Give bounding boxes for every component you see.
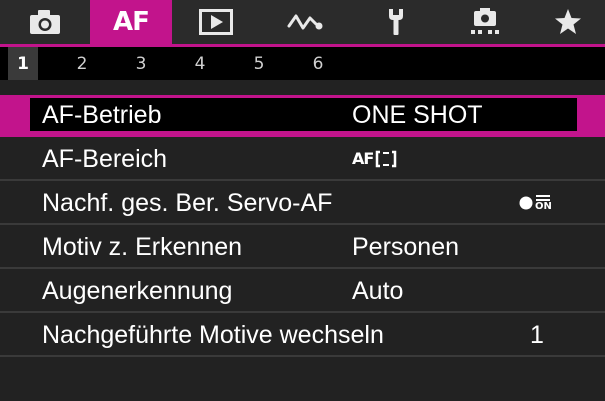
subpage-row: 1 2 3 4 5 6 <box>0 47 605 80</box>
tab-shooting[interactable] <box>17 0 73 44</box>
tab-af-label: AF <box>113 7 150 37</box>
menu-item-servo-af-tracking[interactable]: Nachf. ges. Ber. Servo-AF ON <box>0 183 605 225</box>
menu-item-label: Nachf. ges. Ber. Servo-AF <box>42 189 333 217</box>
star-icon <box>554 8 582 36</box>
tab-my-menu[interactable] <box>540 0 596 44</box>
tab-af[interactable]: AF <box>90 0 172 44</box>
subtab-5[interactable]: 5 <box>244 47 274 80</box>
menu-item-label: Augenerkennung <box>42 277 233 305</box>
wrench-icon <box>383 7 409 37</box>
custom-functions-icon <box>468 7 502 37</box>
tab-custom-functions[interactable] <box>455 0 515 44</box>
menu-item-value: Personen <box>352 233 460 261</box>
menu-item-subject-to-detect[interactable]: Motiv z. Erkennen Personen <box>0 227 605 269</box>
menu-item-value: ONE SHOT <box>352 101 483 129</box>
play-icon <box>199 9 233 35</box>
tracking-on-icon: ON <box>518 183 552 223</box>
subtab-4[interactable]: 4 <box>185 47 215 80</box>
menu-item-af-area[interactable]: AF-Bereich AF <box>0 139 605 181</box>
menu-item-label: Nachgeführte Motive wechseln <box>42 321 384 349</box>
wireless-icon <box>286 10 326 34</box>
subtab-2[interactable]: 2 <box>67 47 97 80</box>
menu-tab-bar: AF <box>0 0 605 44</box>
menu-item-value: Auto <box>352 277 404 305</box>
menu-item-label: AF-Bereich <box>42 145 168 173</box>
subtab-6[interactable]: 6 <box>303 47 333 80</box>
tab-wireless[interactable] <box>276 0 336 44</box>
menu-item-label: AF-Betrieb <box>42 101 162 129</box>
menu-item-label: Motiv z. Erkennen <box>42 233 243 261</box>
menu-item-eye-detection[interactable]: Augenerkennung Auto <box>0 271 605 313</box>
tab-setup[interactable] <box>368 0 424 44</box>
menu-list: AF-Betrieb ONE SHOT AF-Bereich AF Nachf.… <box>0 80 605 401</box>
af-area-frame-icon: AF <box>352 139 397 179</box>
subtab-1[interactable]: 1 <box>8 47 38 80</box>
tab-playback[interactable] <box>188 0 244 44</box>
menu-item-switch-tracked-subjects[interactable]: Nachgeführte Motive wechseln 1 <box>0 315 605 357</box>
subtab-3[interactable]: 3 <box>126 47 156 80</box>
menu-item-value: 1 <box>530 321 544 349</box>
camera-icon <box>29 9 61 35</box>
menu-item-af-operation[interactable]: AF-Betrieb ONE SHOT <box>0 95 605 137</box>
